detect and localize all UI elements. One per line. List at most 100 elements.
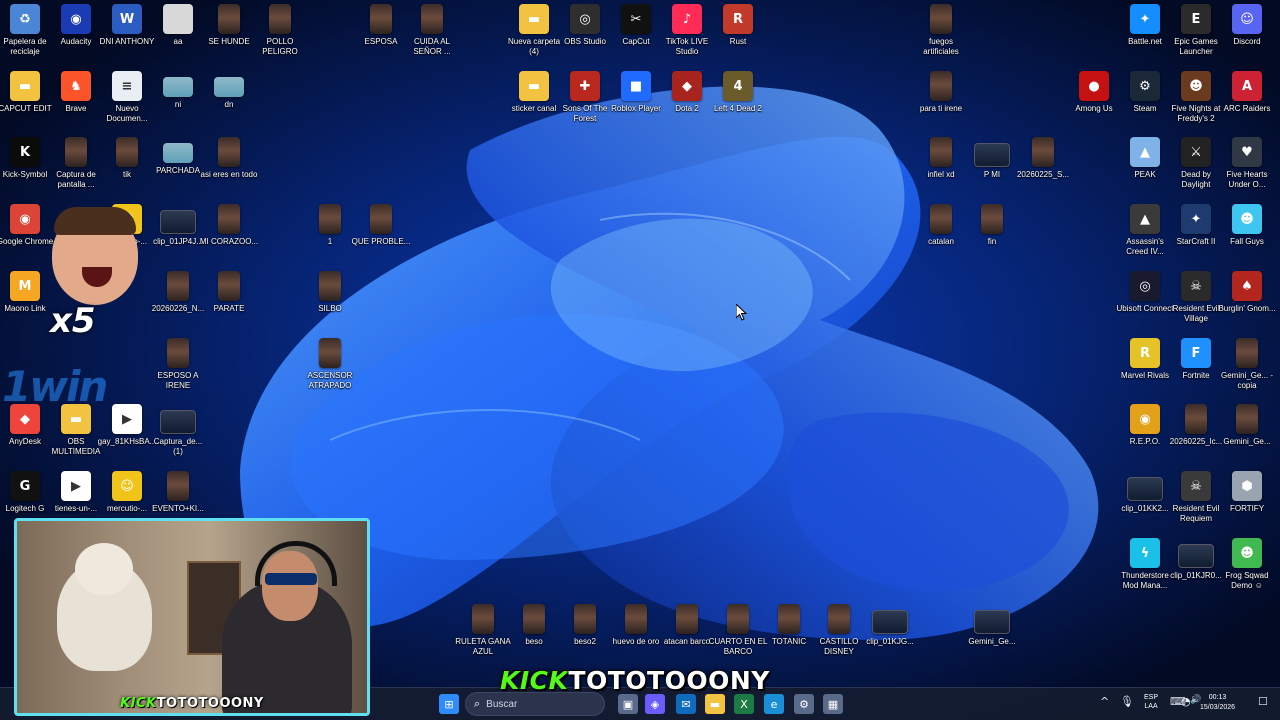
desktop-icon-label: QUE PROBLE... — [351, 237, 411, 246]
desktop-icon[interactable]: ☻ Fall Guys — [1217, 204, 1277, 270]
left4dead2-icon: 4 — [723, 71, 753, 101]
video-clip-icon — [1178, 544, 1214, 568]
video-thumbnail-icon — [523, 604, 545, 634]
desktop-icon-label: ASCENSOR ATRAPADO — [307, 371, 353, 390]
steam-icon: ⚙ — [1130, 71, 1160, 101]
video-clip-icon — [1127, 477, 1163, 501]
onewin-watermark: 1win — [2, 362, 108, 411]
microphone-icon[interactable]: 🎙 — [1120, 695, 1134, 708]
video-thumbnail-icon — [167, 471, 189, 501]
desktop-icon-label: Rust — [729, 37, 747, 46]
desktop-icon-label: Burglin' Gnom... — [1218, 304, 1276, 313]
desktop-icon[interactable]: ♥ Five Hearts Under O... — [1217, 137, 1277, 203]
capcut-icon: ✂ — [621, 4, 651, 34]
video-thumbnail-icon — [676, 604, 698, 634]
kick-banner: KICKTOTOTOOONY — [500, 666, 770, 695]
resident-evil-requiem-icon: ☠ — [1181, 471, 1211, 501]
desktop-icon[interactable]: R Rust — [708, 4, 768, 70]
desktop-icon-label: Gemini_Ge... — [968, 637, 1016, 646]
task-view-icon[interactable]: ▣ — [618, 694, 638, 714]
kick-banner-name: TOTOTOOONY — [568, 666, 770, 695]
tiktok-live-icon: ♪ — [672, 4, 702, 34]
ubisoft-connect-icon: ◎ — [1130, 271, 1160, 301]
roblox-icon: ■ — [621, 71, 651, 101]
desktop-icon-label: fin — [987, 237, 997, 246]
kick-banner-brand: KICK — [500, 666, 569, 695]
taskbar-search-box[interactable]: ⌕ Buscar — [465, 692, 605, 716]
desktop-icon[interactable]: fuegos artificiales — [911, 4, 971, 70]
desktop-icon-label: Five Hearts Under O... — [1226, 170, 1268, 189]
logitech-g-icon: G — [10, 471, 40, 501]
reaction-overlay: x5 — [40, 205, 140, 341]
desktop-icon[interactable]: Gemini_Ge... — [1217, 404, 1277, 470]
desktop-icon[interactable]: QUE PROBLE... — [351, 204, 411, 270]
burglin-gnomes-icon: ♠ — [1232, 271, 1262, 301]
frog-sqwad-icon: ☻ — [1232, 538, 1262, 568]
desktop-icon[interactable]: ESPOSO A IRENE — [148, 338, 208, 404]
desktop-icon[interactable]: PARATE — [199, 271, 259, 337]
desktop-icon[interactable]: dn — [199, 71, 259, 137]
mouse-cursor-icon — [736, 304, 748, 321]
word-document-icon: W — [112, 4, 142, 34]
obs-studio-icon: ◎ — [570, 4, 600, 34]
fortnite-icon: F — [1181, 338, 1211, 368]
folder-icon: ▬ — [519, 71, 549, 101]
desktop-icon[interactable]: Captura_de... (1) — [148, 404, 208, 470]
desktop-icon[interactable]: 20260225_S... — [1013, 137, 1073, 203]
recycle-bin-icon: ♻ — [10, 4, 40, 34]
audacity-icon: ◉ — [61, 4, 91, 34]
video-clip-icon — [160, 210, 196, 234]
sons-of-the-forest-icon: ✚ — [570, 71, 600, 101]
desktop-icon-label: MI CORAZOO... — [199, 237, 259, 246]
calculator-icon[interactable]: ▦ — [823, 694, 843, 714]
settings-icon[interactable]: ⚙ — [794, 694, 814, 714]
video-clip-icon — [872, 610, 908, 634]
teddy-bear-head — [75, 543, 133, 595]
edge-icon[interactable]: e — [764, 694, 784, 714]
epic-games-icon: E — [1181, 4, 1211, 34]
desktop-icon[interactable]: Gemini_Ge... — [962, 604, 1022, 670]
desktop-icon[interactable]: CUIDA AL SEÑOR ... — [402, 4, 462, 70]
show-hidden-icons-chevron-icon[interactable]: ^ — [1100, 695, 1109, 708]
video-thumbnail-icon — [625, 604, 647, 634]
file-explorer-icon[interactable]: ▬ — [705, 694, 725, 714]
outlook-icon[interactable]: ✉ — [676, 694, 696, 714]
desktop-icon[interactable]: Gemini_Ge... - copia — [1217, 338, 1277, 404]
desktop-icon[interactable]: ♠ Burglin' Gnom... — [1217, 271, 1277, 337]
image-file-icon — [1236, 404, 1258, 434]
desktop-icon-label: 20260225_S... — [1016, 170, 1070, 179]
desktop-icon[interactable]: ⬢ FORTIFY — [1217, 471, 1277, 537]
desktop-icon-label: EVENTO+KI... — [152, 504, 204, 513]
system-clock[interactable]: 00:13 15/03/2026 — [1200, 693, 1235, 713]
desktop-icon-label: Discord — [1233, 37, 1261, 46]
image-file-icon — [163, 4, 193, 34]
copilot-icon[interactable]: ◈ — [645, 694, 665, 714]
start-button[interactable]: ⊞ — [439, 694, 459, 714]
excel-icon[interactable]: X — [734, 694, 754, 714]
webcam-caption-name: TOTOTOOONY — [156, 696, 264, 711]
desktop-icon[interactable]: ASCENSOR ATRAPADO — [300, 338, 360, 404]
five-hearts-icon: ♥ — [1232, 137, 1262, 167]
desktop-icon[interactable]: ☻ Frog Sqwad Demo ☺ — [1217, 538, 1277, 604]
desktop-icon[interactable]: POLLO PELIGRO — [250, 4, 310, 70]
desktop-icon[interactable]: MI CORAZOO... — [199, 204, 259, 270]
desktop-icon[interactable]: clip_01KJG... — [860, 604, 920, 670]
desktop-icon[interactable]: asi eres en todo — [199, 137, 259, 203]
video-thumbnail-icon — [421, 4, 443, 34]
reaction-multiplier: x5 — [50, 301, 96, 341]
desktop-icon[interactable]: A ARC Raiders — [1217, 71, 1277, 137]
video-thumbnail-icon — [116, 137, 138, 167]
dota2-icon: ◆ — [672, 71, 702, 101]
video-thumbnail-icon — [981, 204, 1003, 234]
notifications-icon[interactable]: ☐ — [1258, 695, 1268, 708]
clock-date: 15/03/2026 — [1200, 704, 1236, 711]
desktop-icon[interactable]: fin — [962, 204, 1022, 270]
desktop-icon[interactable]: ☺ Discord — [1217, 4, 1277, 70]
video-thumbnail-icon — [269, 4, 291, 34]
language-indicator[interactable]: ESP LAA — [1144, 693, 1158, 711]
desktop-icon[interactable]: para ti irene — [911, 71, 971, 137]
among-us-icon: ● — [1079, 71, 1109, 101]
screenshot-file-icon — [65, 137, 87, 167]
desktop-icon[interactable]: SILBO — [300, 271, 360, 337]
desktop-icon[interactable]: 4 Left 4 Dead 2 — [708, 71, 768, 137]
